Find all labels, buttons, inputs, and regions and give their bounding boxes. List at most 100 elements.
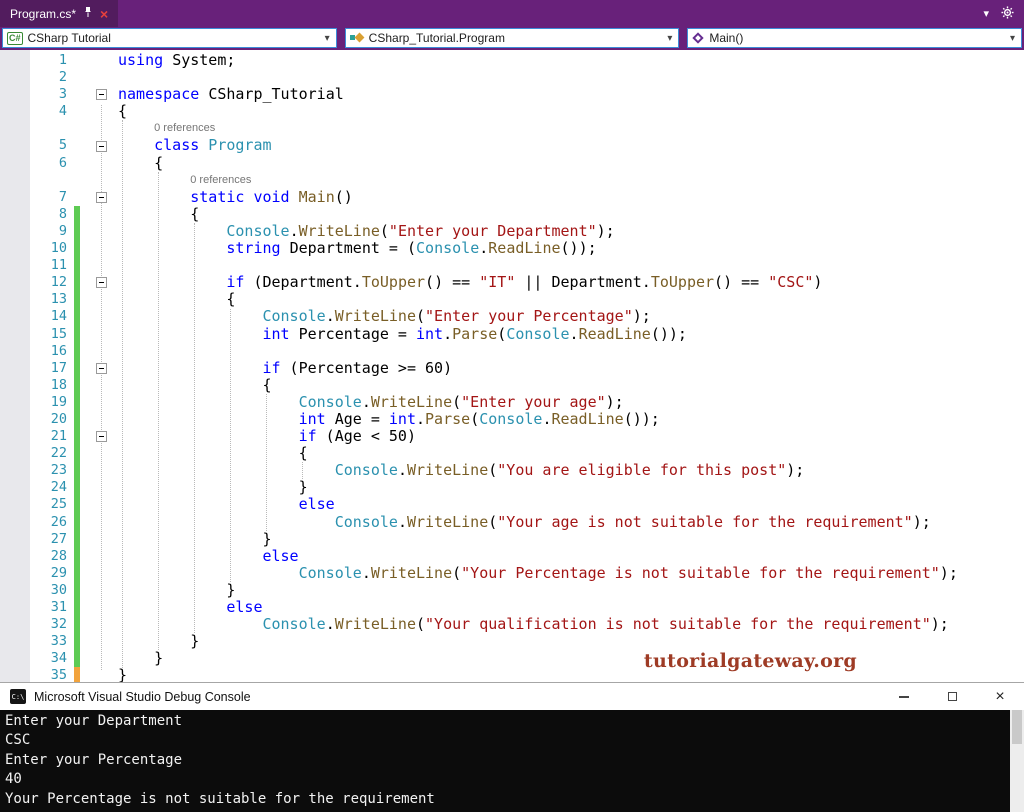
type-dropdown[interactable]: CSharp_Tutorial.Program ▾ (345, 28, 680, 48)
outlining-margin (80, 343, 118, 360)
code-line[interactable]: 9Console.WriteLine("Enter your Departmen… (0, 223, 1024, 240)
code-line[interactable]: 28else (0, 548, 1024, 565)
pin-icon[interactable] (83, 6, 93, 21)
code-text: { (118, 377, 1024, 394)
code-line[interactable]: 5class Program (0, 137, 1024, 154)
code-text: { (118, 445, 1024, 462)
code-line[interactable]: 26Console.WriteLine("Your age is not sui… (0, 514, 1024, 531)
tab-label: Program.cs* (10, 7, 76, 21)
code-line[interactable]: 24} (0, 479, 1024, 496)
code-line[interactable]: 21 if (Age < 50) (0, 428, 1024, 445)
code-line[interactable]: 15int Percentage = int.Parse(Console.Rea… (0, 326, 1024, 343)
chevron-down-icon[interactable]: ▾ (325, 33, 330, 44)
outlining-margin (80, 52, 118, 69)
codelens-row[interactable]: 0 references (0, 120, 1024, 137)
code-text: Console.WriteLine("Your Percentage is no… (118, 565, 1024, 582)
fold-collapse-toggle[interactable] (96, 89, 107, 100)
fold-collapse-toggle[interactable] (96, 431, 107, 442)
outlining-margin (80, 240, 118, 257)
code-line[interactable]: 7static void Main() (0, 189, 1024, 206)
code-line[interactable]: 17if (Percentage >= 60) (0, 360, 1024, 377)
chevron-down-icon[interactable]: ▾ (1010, 33, 1015, 44)
tab-close-icon[interactable]: × (100, 7, 108, 21)
code-line[interactable]: 8{ (0, 206, 1024, 223)
code-line[interactable]: 32Console.WriteLine("Your qualification … (0, 616, 1024, 633)
codelens-references[interactable]: 0 references (118, 120, 1024, 137)
code-line[interactable]: 20int Age = int.Parse(Console.ReadLine()… (0, 411, 1024, 428)
line-number: 2 (0, 69, 70, 86)
code-text (118, 343, 1024, 360)
outlining-margin (80, 428, 118, 445)
code-line[interactable]: 35} (0, 667, 1024, 682)
maximize-button[interactable] (928, 683, 976, 710)
code-text: if (Age < 50) (118, 428, 1024, 445)
fold-collapse-toggle[interactable] (96, 141, 107, 152)
fold-collapse-toggle[interactable] (96, 363, 107, 374)
gear-icon[interactable] (1001, 6, 1014, 22)
code-text: class Program (118, 137, 1024, 154)
code-line[interactable]: 3namespace CSharp_Tutorial (0, 86, 1024, 103)
fold-collapse-toggle[interactable] (96, 192, 107, 203)
chevron-down-icon[interactable]: ▾ (667, 33, 672, 44)
outlining-margin (80, 496, 118, 513)
line-number: 1 (0, 52, 70, 69)
codelens-row[interactable]: 0 references (0, 172, 1024, 189)
code-editor[interactable]: 1 using System; 23namespace CSharp_Tutoria… (0, 50, 1024, 682)
outlining-margin (80, 394, 118, 411)
console-scrollbar[interactable] (1010, 710, 1024, 812)
line-number: 16 (0, 343, 70, 360)
code-line[interactable]: 18{ (0, 377, 1024, 394)
code-line[interactable]: 2 (0, 69, 1024, 86)
code-line[interactable]: 23Console.WriteLine("You are eligible fo… (0, 462, 1024, 479)
outlining-margin (80, 206, 118, 223)
console-output[interactable]: Enter your DepartmentCSCEnter your Perce… (0, 710, 1024, 812)
code-line[interactable]: 22{ (0, 445, 1024, 462)
code-text: Console.WriteLine("Your age is not suita… (118, 514, 1024, 531)
project-dropdown-label: CSharp Tutorial (28, 31, 111, 45)
code-line[interactable]: 10string Department = (Console.ReadLine(… (0, 240, 1024, 257)
code-line[interactable]: 14Console.WriteLine("Enter your Percenta… (0, 308, 1024, 325)
code-line[interactable]: 13{ (0, 291, 1024, 308)
debug-console-window: C:\ Microsoft Visual Studio Debug Consol… (0, 682, 1024, 812)
code-text: { (118, 206, 1024, 223)
console-titlebar[interactable]: C:\ Microsoft Visual Studio Debug Consol… (0, 682, 1024, 710)
code-line[interactable]: 1 using System; (0, 52, 1024, 69)
code-line[interactable]: 4{ (0, 103, 1024, 120)
code-line[interactable]: 31else (0, 599, 1024, 616)
line-number: 9 (0, 223, 70, 240)
code-line[interactable]: 34} (0, 650, 1024, 667)
code-line[interactable]: 29 Console.WriteLine("Your Percentage is … (0, 565, 1024, 582)
line-number (0, 120, 70, 137)
code-line[interactable]: 16 (0, 343, 1024, 360)
line-number: 14 (0, 308, 70, 325)
code-line[interactable]: 6{ (0, 155, 1024, 172)
outlining-margin (80, 103, 118, 120)
code-line[interactable]: 33} (0, 633, 1024, 650)
outlining-margin (80, 462, 118, 479)
fold-collapse-toggle[interactable] (96, 277, 107, 288)
window-list-dropdown-icon[interactable]: ▾ (983, 7, 989, 20)
watermark: tutorialgateway.org (644, 650, 857, 672)
scrollbar-thumb[interactable] (1012, 710, 1022, 744)
code-text: using System; (118, 52, 1024, 69)
line-number (0, 172, 70, 189)
code-line[interactable]: 27} (0, 531, 1024, 548)
line-number: 32 (0, 616, 70, 633)
outlining-margin (80, 172, 118, 189)
code-line[interactable]: 11 (0, 257, 1024, 274)
code-line[interactable]: 30} (0, 582, 1024, 599)
code-line[interactable]: 25else (0, 496, 1024, 513)
code-line[interactable]: 12if (Department.ToUpper() == "IT" || De… (0, 274, 1024, 291)
close-button[interactable]: × (976, 683, 1024, 710)
line-number: 29 (0, 565, 70, 582)
tab-program-cs[interactable]: Program.cs* × (0, 0, 118, 27)
type-dropdown-label: CSharp_Tutorial.Program (369, 31, 505, 45)
code-line[interactable]: 19Console.WriteLine("Enter your age"); (0, 394, 1024, 411)
minimize-button[interactable] (880, 683, 928, 710)
project-dropdown[interactable]: C# CSharp Tutorial ▾ (2, 28, 337, 48)
outlining-margin (80, 565, 118, 582)
line-number: 21 (0, 428, 70, 445)
outlining-margin (80, 137, 118, 154)
codelens-references[interactable]: 0 references (118, 172, 1024, 189)
member-dropdown[interactable]: Main() ▾ (687, 28, 1022, 48)
